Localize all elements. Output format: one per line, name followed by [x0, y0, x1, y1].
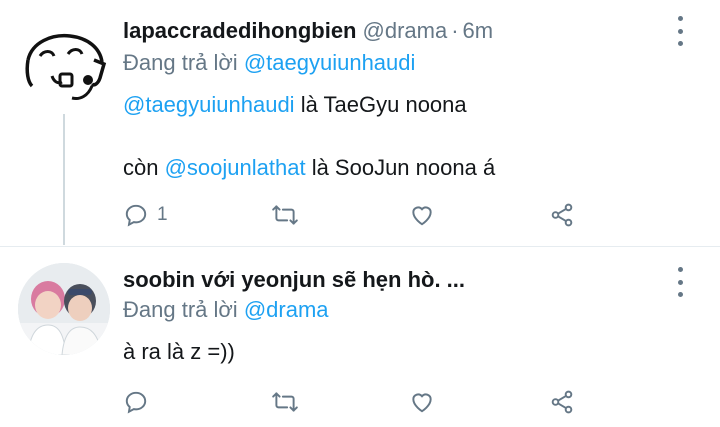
- mention-link[interactable]: @soojunlathat: [165, 155, 306, 180]
- more-options-icon[interactable]: [668, 267, 692, 297]
- reply-count: 1: [157, 204, 168, 225]
- share-icon: [551, 203, 573, 227]
- retweet-button[interactable]: [271, 202, 299, 228]
- replying-to: Đang trả lời @taegyuiunhaudi: [123, 50, 415, 76]
- tweet-text: à ra là z =)): [123, 339, 235, 364]
- reply-icon: [125, 391, 147, 414]
- retweet-icon: [272, 392, 298, 412]
- retweet-button[interactable]: [271, 389, 299, 415]
- action-bar: 1: [123, 202, 583, 232]
- more-options-icon[interactable]: [668, 16, 692, 46]
- tweet-2[interactable]: soobin với yeonjun sẽ hẹn hò. ... Đang t…: [0, 247, 720, 427]
- display-name[interactable]: soobin với yeonjun sẽ hẹn hò. ...: [123, 267, 465, 293]
- like-icon: [412, 393, 432, 413]
- tweet-text-line-1: @taegyuiunhaudi là TaeGyu noona: [123, 92, 467, 118]
- tweet-header: lapaccradedihongbien @drama · 6m: [123, 18, 493, 44]
- retweet-icon: [272, 205, 298, 225]
- doodle-face-avatar-icon: [22, 20, 110, 108]
- avatar-photo[interactable]: [18, 263, 110, 355]
- tweet-text-line-2: còn @soojunlathat là SooJun noona á: [123, 155, 495, 181]
- separator-dot: ·: [451, 18, 459, 43]
- user-handle[interactable]: @drama: [363, 18, 448, 44]
- like-button[interactable]: [409, 202, 435, 228]
- display-name[interactable]: lapaccradedihongbien: [123, 18, 357, 44]
- avatar-doodle[interactable]: [22, 20, 110, 108]
- share-button[interactable]: [549, 202, 575, 228]
- reply-button[interactable]: [123, 389, 149, 415]
- text-fragment: còn: [123, 155, 165, 180]
- like-button[interactable]: [409, 389, 435, 415]
- action-bar: [123, 389, 583, 419]
- share-icon: [551, 390, 573, 414]
- like-icon: [412, 206, 432, 226]
- tweet-header: soobin với yeonjun sẽ hẹn hò. ...: [123, 267, 465, 293]
- reply-icon: [125, 204, 147, 227]
- replying-to: Đang trả lời @drama: [123, 297, 329, 323]
- text-fragment: là TaeGyu noona: [294, 92, 467, 117]
- reply-prefix: Đang trả lời: [123, 297, 238, 322]
- timestamp[interactable]: 6m: [463, 18, 494, 44]
- thread-line: [63, 114, 65, 245]
- reply-button[interactable]: 1: [123, 202, 168, 228]
- mention-link[interactable]: @taegyuiunhaudi: [123, 92, 295, 117]
- text-fragment: là SooJun noona á: [305, 155, 496, 180]
- reply-prefix: Đang trả lời: [123, 50, 238, 75]
- reply-mention-link[interactable]: @taegyuiunhaudi: [244, 50, 416, 75]
- two-people-photo-avatar-icon: [18, 263, 110, 355]
- share-button[interactable]: [549, 389, 575, 415]
- tweet-1[interactable]: lapaccradedihongbien @drama · 6m Đang tr…: [0, 0, 720, 245]
- reply-mention-link[interactable]: @drama: [244, 297, 329, 322]
